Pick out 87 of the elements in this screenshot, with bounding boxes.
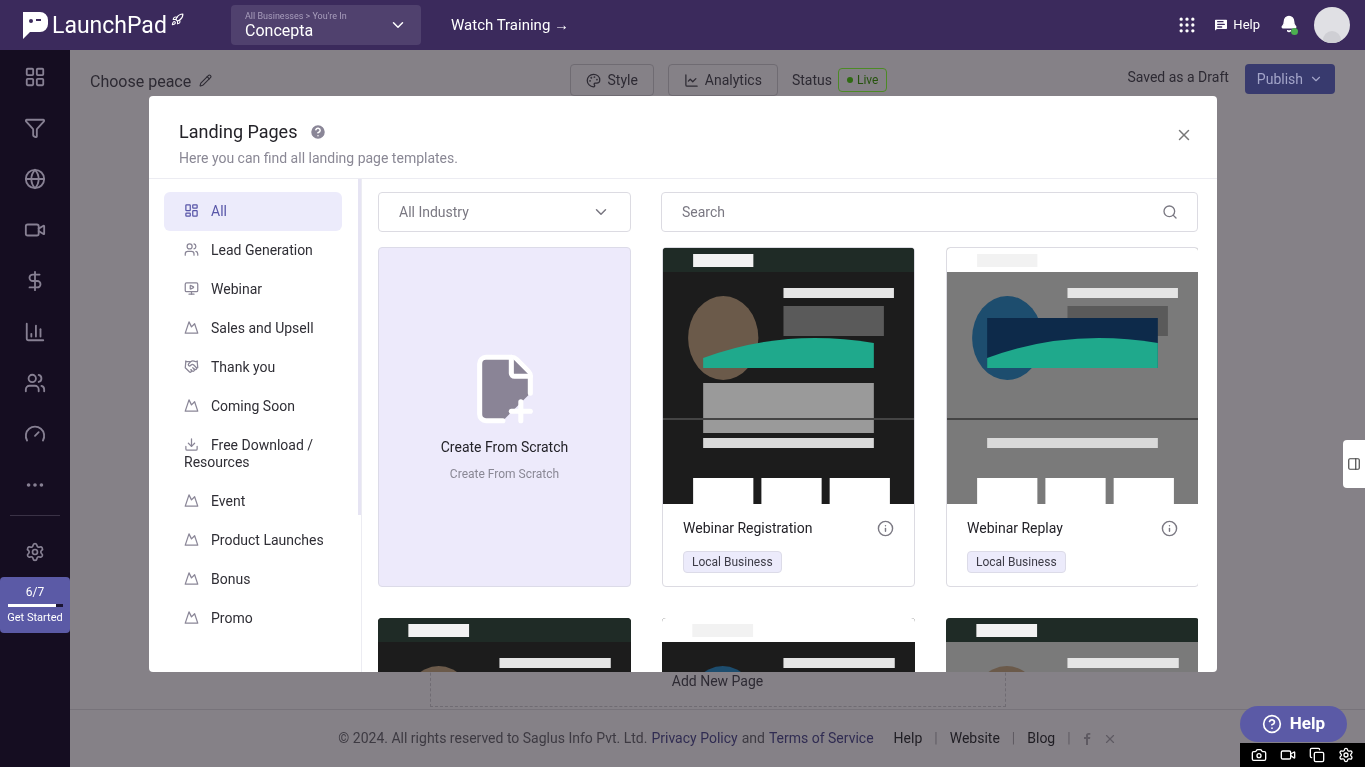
category-item[interactable]: Event — [164, 482, 342, 521]
category-item[interactable]: Product Launches — [164, 521, 342, 560]
steps-completed-text: 6/7 — [25, 584, 45, 602]
page-title: Choose peace — [90, 71, 192, 93]
mountain-icon — [184, 610, 199, 625]
template-tag: Local Business — [683, 551, 782, 573]
create-from-scratch-card[interactable]: Create From Scratch Create From Scratch — [378, 247, 631, 587]
template-tag: Local Business — [967, 551, 1066, 573]
editor-tab[interactable]: Analytics — [667, 64, 778, 96]
panel-icon — [1347, 457, 1361, 471]
separator: | — [934, 729, 938, 748]
business-breadcrumb: All Businesses > You're In — [245, 11, 348, 21]
search-icon[interactable] — [1162, 204, 1178, 220]
logo-icon — [20, 10, 48, 40]
template-name: Webinar Replay — [967, 519, 1063, 538]
bell-icon[interactable] — [1280, 15, 1298, 35]
video-icon[interactable] — [1279, 747, 1296, 763]
category-item[interactable]: Sales and Upsell — [164, 309, 342, 348]
get-started-card[interactable]: 6/7 Get Started — [0, 577, 70, 633]
mountain-icon — [184, 398, 199, 413]
editor-tab[interactable]: Style — [570, 64, 654, 96]
settings-icon[interactable] — [1338, 747, 1355, 763]
template-card[interactable]: Webinar Replay Local Business — [946, 247, 1198, 587]
publish-button[interactable]: Publish — [1244, 64, 1335, 94]
info-icon[interactable] — [877, 520, 894, 537]
mountain-icon — [184, 493, 199, 508]
people-icon[interactable] — [24, 372, 46, 394]
footer-link[interactable]: Help — [893, 728, 923, 749]
help-chat-button[interactable]: Help — [1239, 706, 1347, 742]
windows-icon[interactable] — [1309, 747, 1326, 763]
category-item[interactable]: Bonus — [164, 560, 342, 599]
monitor-icon — [184, 281, 199, 296]
help-button[interactable]: Help — [1213, 15, 1260, 35]
help-icon[interactable] — [309, 122, 328, 141]
category-item[interactable]: All — [164, 192, 342, 231]
scratch-subtitle: Create From Scratch — [449, 466, 560, 483]
industry-dropdown[interactable]: All Industry — [378, 192, 631, 232]
scratch-title: Create From Scratch — [440, 438, 569, 457]
bar-chart-icon[interactable] — [24, 321, 46, 343]
globe-icon[interactable] — [24, 168, 46, 190]
privacy-link[interactable]: Privacy Policy — [651, 728, 738, 749]
category-item[interactable]: Free Download / Resources — [164, 426, 342, 482]
footer-link[interactable]: Blog — [1027, 728, 1056, 749]
category-item[interactable]: Coming Soon — [164, 387, 342, 426]
modal-title: Landing Pages — [179, 120, 298, 144]
chart-icon — [683, 72, 699, 88]
live-badge: Live — [837, 68, 888, 92]
chat-help-icon — [1213, 17, 1230, 33]
separator: | — [1011, 729, 1016, 748]
mountain-icon — [184, 571, 199, 586]
camera-icon[interactable] — [1250, 747, 1267, 763]
help-icon — [1261, 714, 1282, 734]
download-icon — [184, 437, 199, 452]
business-switcher[interactable]: All Businesses > You're In Concepta — [231, 5, 421, 45]
category-item[interactable]: Webinar — [164, 270, 342, 309]
funnel-icon[interactable] — [24, 117, 46, 139]
template-name: Webinar Registration — [683, 519, 813, 538]
save-status: Saved as a Draft — [1127, 68, 1229, 87]
modal-subtitle: Here you can find all landing page templates. — [179, 149, 459, 168]
grid-icon[interactable] — [24, 66, 46, 88]
get-started-label: Get Started — [7, 610, 63, 627]
rocket-icon — [170, 12, 184, 26]
template-card[interactable]: Webinar Registration Local Business — [662, 247, 915, 587]
category-item[interactable]: Lead Generation — [164, 231, 342, 270]
mountain-icon — [184, 532, 199, 547]
terms-link[interactable]: Terms of Service — [768, 728, 874, 749]
handshake-icon — [184, 359, 199, 374]
add-page-label: Add New Page — [671, 672, 764, 691]
people-icon — [184, 242, 199, 257]
mountain-icon — [184, 320, 199, 335]
layout-icon — [184, 203, 199, 218]
category-item[interactable]: Thank you — [164, 348, 342, 387]
info-icon[interactable] — [1161, 520, 1178, 537]
separator: | — [1067, 729, 1071, 748]
copyright-text: © 2024. All rights reserved to Saglus Info Pvt. Ltd. — [338, 729, 648, 748]
edit-icon[interactable] — [199, 74, 213, 87]
logo-text: LaunchPad — [52, 13, 167, 37]
business-name: Concepta — [245, 22, 315, 39]
search-field[interactable]: Search — [661, 192, 1198, 232]
avatar[interactable] — [1314, 7, 1350, 43]
palette-icon — [586, 72, 602, 88]
watch-training-link[interactable]: Watch Training → — [451, 13, 570, 37]
side-tab[interactable] — [1343, 440, 1365, 488]
category-item[interactable]: Promo — [164, 599, 342, 638]
and-text: and — [741, 729, 765, 748]
status-label: Status — [791, 70, 832, 90]
footer-link[interactable]: Website — [949, 728, 1000, 749]
